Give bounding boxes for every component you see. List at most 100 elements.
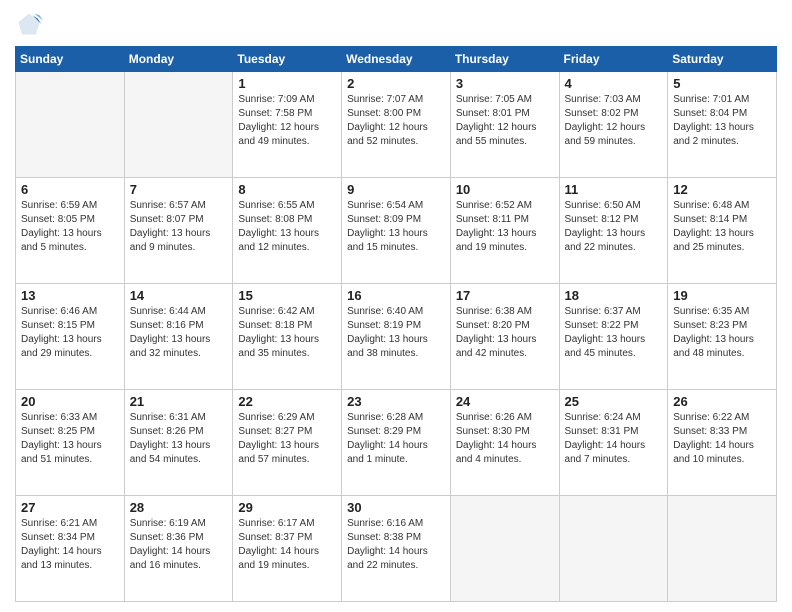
calendar-cell bbox=[124, 72, 233, 178]
day-info: Sunrise: 6:55 AM Sunset: 8:08 PM Dayligh… bbox=[238, 199, 336, 255]
calendar-cell: 2 Sunrise: 7:07 AM Sunset: 8:00 PM Daylig… bbox=[342, 72, 451, 178]
day-number: 18 bbox=[565, 288, 663, 303]
day-number: 27 bbox=[21, 500, 119, 515]
calendar-week-5: 27Sunrise: 6:21 AM Sunset: 8:34 PM Dayli… bbox=[16, 496, 777, 602]
calendar-cell: 1 Sunrise: 7:09 AM Sunset: 7:58 PM Daylig… bbox=[233, 72, 342, 178]
column-header-saturday: Saturday bbox=[668, 47, 777, 72]
day-info: Sunrise: 6:31 AM Sunset: 8:26 PM Dayligh… bbox=[130, 411, 228, 467]
day-info: Sunrise: 7:05 AM Sunset: 8:01 PM Dayligh… bbox=[456, 93, 554, 149]
calendar-cell: 11 Sunrise: 6:50 AM Sunset: 8:12 PM Dayli… bbox=[559, 178, 668, 284]
column-header-tuesday: Tuesday bbox=[233, 47, 342, 72]
day-number: 3 bbox=[456, 76, 554, 91]
day-info: Sunrise: 7:09 AM Sunset: 7:58 PM Dayligh… bbox=[238, 93, 336, 149]
calendar-cell bbox=[450, 496, 559, 602]
day-number: 9 bbox=[347, 182, 445, 197]
day-info: Sunrise: 6:44 AM Sunset: 8:16 PM Dayligh… bbox=[130, 305, 228, 361]
day-info: Sunrise: 6:48 AM Sunset: 8:14 PM Dayligh… bbox=[673, 199, 771, 255]
calendar-cell: 16 Sunrise: 6:40 AM Sunset: 8:19 PM Dayli… bbox=[342, 284, 451, 390]
day-info: Sunrise: 7:07 AM Sunset: 8:00 PM Dayligh… bbox=[347, 93, 445, 149]
day-info: Sunrise: 6:40 AM Sunset: 8:19 PM Dayligh… bbox=[347, 305, 445, 361]
day-number: 16 bbox=[347, 288, 445, 303]
calendar-cell: 20Sunrise: 6:33 AM Sunset: 8:25 PM Dayli… bbox=[16, 390, 125, 496]
day-info: Sunrise: 6:28 AM Sunset: 8:29 PM Dayligh… bbox=[347, 411, 445, 467]
calendar-cell: 18Sunrise: 6:37 AM Sunset: 8:22 PM Dayli… bbox=[559, 284, 668, 390]
day-number: 30 bbox=[347, 500, 445, 515]
calendar-cell: 14 Sunrise: 6:44 AM Sunset: 8:16 PM Dayli… bbox=[124, 284, 233, 390]
day-number: 15 bbox=[238, 288, 336, 303]
day-info: Sunrise: 6:35 AM Sunset: 8:23 PM Dayligh… bbox=[673, 305, 771, 361]
calendar-cell: 25 Sunrise: 6:24 AM Sunset: 8:31 PM Dayli… bbox=[559, 390, 668, 496]
day-number: 19 bbox=[673, 288, 771, 303]
calendar-cell: 28 Sunrise: 6:19 AM Sunset: 8:36 PM Dayli… bbox=[124, 496, 233, 602]
calendar-table: SundayMondayTuesdayWednesdayThursdayFrid… bbox=[15, 46, 777, 602]
calendar-cell: 8 Sunrise: 6:55 AM Sunset: 8:08 PM Daylig… bbox=[233, 178, 342, 284]
day-info: Sunrise: 6:54 AM Sunset: 8:09 PM Dayligh… bbox=[347, 199, 445, 255]
calendar-cell: 12 Sunrise: 6:48 AM Sunset: 8:14 PM Dayli… bbox=[668, 178, 777, 284]
day-number: 11 bbox=[565, 182, 663, 197]
day-info: Sunrise: 6:29 AM Sunset: 8:27 PM Dayligh… bbox=[238, 411, 336, 467]
page: SundayMondayTuesdayWednesdayThursdayFrid… bbox=[0, 0, 792, 612]
day-number: 23 bbox=[347, 394, 445, 409]
calendar-cell: 19 Sunrise: 6:35 AM Sunset: 8:23 PM Dayli… bbox=[668, 284, 777, 390]
day-number: 22 bbox=[238, 394, 336, 409]
calendar-week-4: 20Sunrise: 6:33 AM Sunset: 8:25 PM Dayli… bbox=[16, 390, 777, 496]
day-info: Sunrise: 6:19 AM Sunset: 8:36 PM Dayligh… bbox=[130, 517, 228, 573]
calendar-cell: 7 Sunrise: 6:57 AM Sunset: 8:07 PM Daylig… bbox=[124, 178, 233, 284]
day-info: Sunrise: 6:50 AM Sunset: 8:12 PM Dayligh… bbox=[565, 199, 663, 255]
day-number: 13 bbox=[21, 288, 119, 303]
day-number: 5 bbox=[673, 76, 771, 91]
calendar-cell: 15Sunrise: 6:42 AM Sunset: 8:18 PM Dayli… bbox=[233, 284, 342, 390]
day-info: Sunrise: 6:57 AM Sunset: 8:07 PM Dayligh… bbox=[130, 199, 228, 255]
day-number: 1 bbox=[238, 76, 336, 91]
calendar-week-2: 6 Sunrise: 6:59 AM Sunset: 8:05 PM Daylig… bbox=[16, 178, 777, 284]
calendar-cell: 17 Sunrise: 6:38 AM Sunset: 8:20 PM Dayli… bbox=[450, 284, 559, 390]
calendar-cell: 23 Sunrise: 6:28 AM Sunset: 8:29 PM Dayli… bbox=[342, 390, 451, 496]
day-info: Sunrise: 6:52 AM Sunset: 8:11 PM Dayligh… bbox=[456, 199, 554, 255]
day-info: Sunrise: 6:17 AM Sunset: 8:37 PM Dayligh… bbox=[238, 517, 336, 573]
calendar-cell: 21 Sunrise: 6:31 AM Sunset: 8:26 PM Dayli… bbox=[124, 390, 233, 496]
calendar-cell: 29Sunrise: 6:17 AM Sunset: 8:37 PM Dayli… bbox=[233, 496, 342, 602]
day-number: 6 bbox=[21, 182, 119, 197]
calendar-cell: 10 Sunrise: 6:52 AM Sunset: 8:11 PM Dayli… bbox=[450, 178, 559, 284]
day-number: 14 bbox=[130, 288, 228, 303]
day-number: 4 bbox=[565, 76, 663, 91]
day-info: Sunrise: 6:24 AM Sunset: 8:31 PM Dayligh… bbox=[565, 411, 663, 467]
column-header-sunday: Sunday bbox=[16, 47, 125, 72]
day-info: Sunrise: 6:22 AM Sunset: 8:33 PM Dayligh… bbox=[673, 411, 771, 467]
day-number: 10 bbox=[456, 182, 554, 197]
day-number: 12 bbox=[673, 182, 771, 197]
day-number: 26 bbox=[673, 394, 771, 409]
day-info: Sunrise: 6:38 AM Sunset: 8:20 PM Dayligh… bbox=[456, 305, 554, 361]
day-number: 8 bbox=[238, 182, 336, 197]
column-header-monday: Monday bbox=[124, 47, 233, 72]
calendar-cell: 4Sunrise: 7:03 AM Sunset: 8:02 PM Daylig… bbox=[559, 72, 668, 178]
calendar-cell: 5 Sunrise: 7:01 AM Sunset: 8:04 PM Daylig… bbox=[668, 72, 777, 178]
calendar-cell: 24 Sunrise: 6:26 AM Sunset: 8:30 PM Dayli… bbox=[450, 390, 559, 496]
column-header-wednesday: Wednesday bbox=[342, 47, 451, 72]
calendar-cell bbox=[668, 496, 777, 602]
day-number: 2 bbox=[347, 76, 445, 91]
day-number: 21 bbox=[130, 394, 228, 409]
day-number: 25 bbox=[565, 394, 663, 409]
calendar-cell: 26 Sunrise: 6:22 AM Sunset: 8:33 PM Dayli… bbox=[668, 390, 777, 496]
calendar-cell: 27Sunrise: 6:21 AM Sunset: 8:34 PM Dayli… bbox=[16, 496, 125, 602]
calendar-cell bbox=[559, 496, 668, 602]
day-info: Sunrise: 6:26 AM Sunset: 8:30 PM Dayligh… bbox=[456, 411, 554, 467]
logo-icon bbox=[15, 10, 43, 38]
calendar-body: 1 Sunrise: 7:09 AM Sunset: 7:58 PM Daylig… bbox=[16, 72, 777, 602]
calendar-cell: 9 Sunrise: 6:54 AM Sunset: 8:09 PM Daylig… bbox=[342, 178, 451, 284]
day-number: 28 bbox=[130, 500, 228, 515]
calendar-cell bbox=[16, 72, 125, 178]
day-info: Sunrise: 7:01 AM Sunset: 8:04 PM Dayligh… bbox=[673, 93, 771, 149]
day-info: Sunrise: 6:59 AM Sunset: 8:05 PM Dayligh… bbox=[21, 199, 119, 255]
day-number: 20 bbox=[21, 394, 119, 409]
day-number: 24 bbox=[456, 394, 554, 409]
column-header-friday: Friday bbox=[559, 47, 668, 72]
calendar-week-1: 1 Sunrise: 7:09 AM Sunset: 7:58 PM Daylig… bbox=[16, 72, 777, 178]
day-info: Sunrise: 6:46 AM Sunset: 8:15 PM Dayligh… bbox=[21, 305, 119, 361]
calendar-cell: 3 Sunrise: 7:05 AM Sunset: 8:01 PM Daylig… bbox=[450, 72, 559, 178]
header bbox=[15, 10, 777, 38]
day-number: 7 bbox=[130, 182, 228, 197]
calendar-cell: 30Sunrise: 6:16 AM Sunset: 8:38 PM Dayli… bbox=[342, 496, 451, 602]
day-number: 17 bbox=[456, 288, 554, 303]
